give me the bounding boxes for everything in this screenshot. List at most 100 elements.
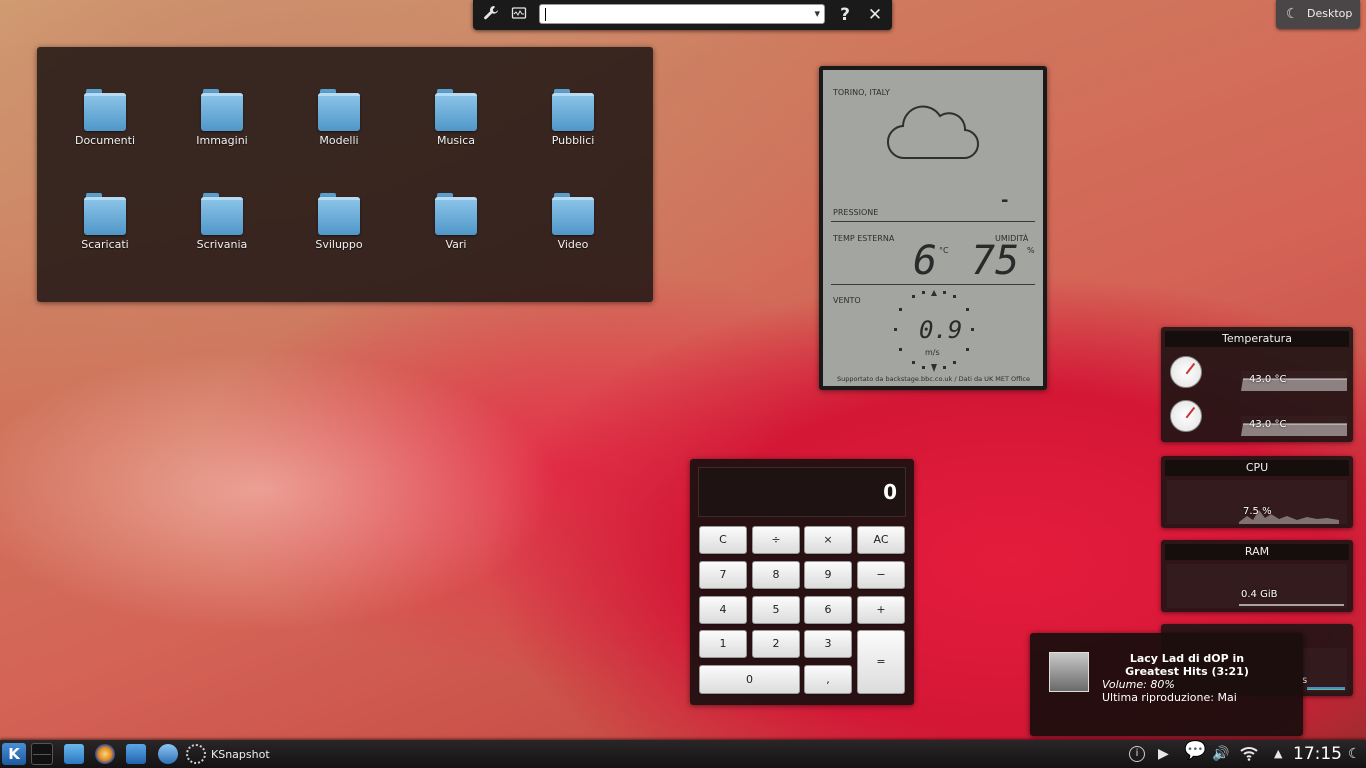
folder-view-widget: Documenti Immagini Modelli Musica Pubbli… [37, 47, 653, 302]
firefox-icon[interactable] [95, 744, 115, 764]
krunner-bar: ▾ ? ✕ [473, 0, 892, 30]
key-4[interactable]: 4 [699, 596, 747, 624]
cpu-graph [1167, 480, 1347, 524]
info-icon[interactable]: i [1129, 746, 1145, 762]
kde-menu-icon[interactable]: K [2, 743, 26, 765]
task-ksnapshot[interactable]: KSnapshot [211, 748, 270, 761]
folder-item[interactable]: Sviluppo [294, 193, 384, 273]
desktop-toolbox-button[interactable]: ☾ Desktop [1276, 0, 1360, 29]
pressure-value: - [1001, 190, 1009, 211]
notification-volume: Volume: 80% [1102, 678, 1175, 691]
temperature-value: 6 [913, 238, 938, 284]
key-comma[interactable]: , [804, 665, 852, 694]
humidity-unit: % [1027, 246, 1035, 255]
key-9[interactable]: 9 [804, 561, 852, 589]
temperature-monitor-title: Temperatura [1165, 331, 1349, 347]
temperature-unit: °C [939, 246, 949, 255]
key-8[interactable]: 8 [752, 561, 800, 589]
folder-icon [435, 193, 477, 235]
folder-item[interactable]: Scrivania [177, 193, 267, 273]
key-all-clear[interactable]: AC [857, 526, 905, 554]
humidity-value: 75 [971, 238, 1020, 284]
key-6[interactable]: 6 [804, 596, 852, 624]
ram-graph [1167, 564, 1347, 608]
folder-label: Documenti [74, 134, 136, 147]
cloud-icon [885, 104, 981, 166]
key-3[interactable]: 3 [804, 630, 852, 658]
folder-label: Sviluppo [315, 238, 363, 251]
temperature-gauge-icon [1170, 400, 1202, 432]
wrench-icon[interactable] [481, 5, 501, 25]
chat-bubble-icon[interactable]: 💬 [1184, 742, 1206, 760]
folder-label: Musica [436, 134, 476, 147]
taskbar: K KSnapshot i ▶ 💬 🔊 ▲ 17:15 ☾ [0, 740, 1366, 768]
key-1[interactable]: 1 [699, 630, 747, 658]
wifi-icon[interactable] [1240, 745, 1258, 766]
folder-icon [201, 193, 243, 235]
activity-monitor-icon[interactable] [509, 5, 529, 25]
close-button[interactable]: ✕ [865, 5, 885, 25]
folder-label: Scrivania [196, 238, 248, 251]
weather-station-widget[interactable]: TORINO, ITALY PRESSIONE - TEMP ESTERNA U… [819, 66, 1047, 390]
folder-icon [552, 193, 594, 235]
media-player-icon[interactable]: ▶ [1158, 745, 1169, 763]
folder-item[interactable]: Vari [411, 193, 501, 273]
key-minus[interactable]: − [857, 561, 905, 589]
cpu-value: 7.5 % [1243, 506, 1272, 517]
text-editor-icon[interactable] [126, 744, 146, 764]
pager-icon[interactable] [31, 743, 53, 765]
folder-label: Scaricati [81, 238, 129, 251]
weather-lcd: TORINO, ITALY PRESSIONE - TEMP ESTERNA U… [823, 70, 1043, 386]
temperature-label: TEMP ESTERNA [833, 234, 895, 243]
folder-item[interactable]: Immagini [177, 89, 267, 169]
volume-icon[interactable]: 🔊 [1212, 745, 1229, 763]
key-clear[interactable]: C [699, 526, 747, 554]
plasma-toolbox-icon[interactable]: ☾ [1348, 745, 1361, 763]
folder-item[interactable]: Documenti [60, 89, 150, 169]
temperature-monitor[interactable]: Temperatura 43.0 °C 43.0 °C [1161, 327, 1353, 442]
kmail-icon[interactable] [158, 744, 178, 764]
cpu-monitor[interactable]: CPU 7.5 % [1161, 456, 1353, 528]
tray-expand-icon[interactable]: ▲ [1274, 745, 1282, 763]
now-playing-notification[interactable]: Lacy Lad di dOP in Greatest Hits (3:21) … [1030, 633, 1303, 736]
calculator-widget: 0 C ÷ × AC 7 8 9 − 4 5 6 + 1 2 3 = 0 , [690, 459, 914, 705]
key-7[interactable]: 7 [699, 561, 747, 589]
calculator-display: 0 [698, 467, 906, 517]
key-multiply[interactable]: × [804, 526, 852, 554]
folder-item[interactable]: Pubblici [528, 89, 618, 169]
folder-item[interactable]: Modelli [294, 89, 384, 169]
key-plus[interactable]: + [857, 596, 905, 624]
key-divide[interactable]: ÷ [752, 526, 800, 554]
wind-label: VENTO [833, 296, 861, 305]
temperature-sensor-2-value: 43.0 °C [1249, 419, 1287, 430]
temperature-sensor-1-value: 43.0 °C [1249, 374, 1287, 385]
folder-icon [318, 89, 360, 131]
notification-title: Lacy Lad di dOP in Greatest Hits (3:21) [1125, 652, 1249, 678]
pressure-label: PRESSIONE [833, 208, 879, 217]
folder-icon [318, 193, 360, 235]
calculator-display-value: 0 [883, 480, 897, 504]
plasma-icon: ☾ [1286, 6, 1299, 22]
notification-last-played: Ultima riproduzione: Mai [1102, 691, 1237, 704]
desktop-button-label: Desktop [1307, 7, 1353, 20]
help-button[interactable]: ? [835, 5, 855, 25]
file-manager-icon[interactable] [64, 744, 84, 764]
weather-credits: Supportato da backstage.bbc.co.uk / Dati… [837, 375, 1030, 383]
ram-monitor-title: RAM [1165, 544, 1349, 560]
loading-spinner-icon [186, 744, 206, 764]
key-2[interactable]: 2 [752, 630, 800, 658]
folder-item[interactable]: Scaricati [60, 193, 150, 273]
key-0[interactable]: 0 [699, 665, 800, 694]
key-equals[interactable]: = [857, 630, 905, 694]
chevron-down-icon[interactable]: ▾ [814, 5, 820, 23]
folder-icon [552, 89, 594, 131]
folder-item[interactable]: Video [528, 193, 618, 273]
weather-location: TORINO, ITALY [833, 88, 890, 97]
clock[interactable]: 17:15 [1293, 744, 1342, 764]
key-5[interactable]: 5 [752, 596, 800, 624]
folder-label: Pubblici [551, 134, 595, 147]
ram-monitor[interactable]: RAM 0.4 GiB [1161, 540, 1353, 612]
folder-label: Video [557, 238, 589, 251]
folder-item[interactable]: Musica [411, 89, 501, 169]
krunner-search-input[interactable]: ▾ [539, 4, 825, 24]
